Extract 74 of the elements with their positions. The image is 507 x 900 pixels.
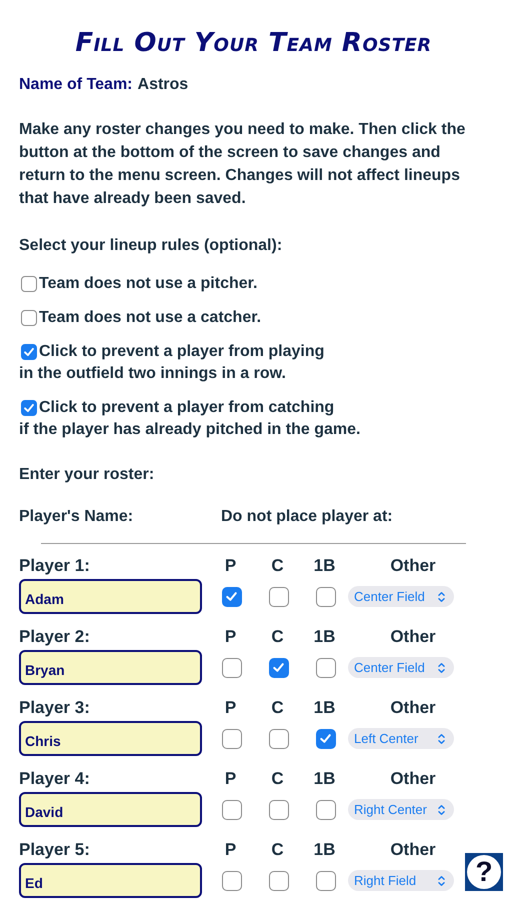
position-header: Other	[389, 769, 437, 789]
name-field[interactable]: Bryan	[19, 650, 202, 685]
player-label: Player 1:	[19, 556, 91, 576]
help-button[interactable]: ?	[465, 853, 503, 891]
player-label: Player 3:	[19, 698, 91, 718]
name-field[interactable]: Chris	[19, 721, 202, 756]
checkmark-icon	[22, 401, 36, 415]
updown-icon	[437, 804, 446, 816]
rule-label: Team does not use a catcher.	[39, 308, 262, 328]
position-header: Other	[389, 556, 437, 576]
position-header: C	[270, 698, 285, 718]
rule-label: Click to prevent a player from playing	[39, 342, 324, 362]
roster-heading: Enter your roster:	[19, 465, 156, 485]
position-header: P	[224, 840, 238, 860]
rule-label: if the player has already pitched in the game.	[19, 420, 362, 440]
checkbox[interactable]	[316, 586, 336, 606]
checkmark-icon	[318, 731, 333, 746]
checkbox[interactable]	[21, 310, 37, 326]
checkbox[interactable]	[316, 800, 336, 820]
name-field[interactable]: Ed	[19, 863, 202, 898]
position-header: P	[224, 556, 238, 576]
position-header: C	[270, 556, 285, 576]
team-label: Name of Team:	[19, 76, 133, 94]
position-header: C	[270, 840, 285, 860]
position-header: Other	[389, 840, 437, 860]
name-field[interactable]: Adam	[19, 579, 202, 614]
position-header: 1B	[312, 769, 336, 789]
column-header: Player's Name:	[19, 508, 134, 526]
checkbox[interactable]	[222, 870, 242, 890]
position-header: 1B	[312, 840, 336, 860]
updown-icon	[437, 732, 446, 744]
checkbox[interactable]	[316, 728, 336, 748]
checkbox[interactable]	[222, 586, 242, 606]
checkbox[interactable]	[268, 800, 288, 820]
position-header: P	[224, 769, 238, 789]
team-name: Astros	[138, 76, 188, 94]
position-header: 1B	[312, 627, 336, 647]
page-title: Fill Out Your Team Roster	[74, 28, 433, 58]
checkmark-icon	[271, 660, 286, 675]
player-label: Player 5:	[19, 840, 91, 860]
checkbox[interactable]	[268, 658, 288, 678]
checkbox[interactable]	[316, 870, 336, 890]
checkmark-icon	[22, 345, 36, 359]
updown-icon	[437, 662, 446, 674]
checkbox[interactable]	[21, 344, 37, 360]
rule-label: Team does not use a pitcher.	[39, 274, 258, 294]
position-header: C	[270, 769, 285, 789]
column-header: Do not place player at:	[221, 508, 393, 526]
checkbox[interactable]	[222, 728, 242, 748]
updown-icon	[437, 874, 446, 886]
checkbox[interactable]	[268, 728, 288, 748]
name-field[interactable]: David	[19, 792, 202, 827]
position-header: Other	[389, 698, 437, 718]
position-header: P	[224, 627, 238, 647]
checkbox[interactable]	[268, 870, 288, 890]
position-header: 1B	[312, 698, 336, 718]
position-header: C	[270, 627, 285, 647]
position-header: Other	[389, 627, 437, 647]
checkbox[interactable]	[21, 400, 37, 416]
player-label: Player 4:	[19, 769, 91, 789]
position-header: P	[224, 698, 238, 718]
checkbox[interactable]	[21, 276, 37, 292]
checkmark-icon	[224, 589, 239, 604]
rule-label: Click to prevent a player from catching	[39, 398, 334, 418]
checkbox[interactable]	[222, 800, 242, 820]
player-label: Player 2:	[19, 627, 91, 647]
checkbox[interactable]	[268, 586, 288, 606]
position-header: 1B	[312, 556, 336, 576]
checkbox[interactable]	[316, 658, 336, 678]
updown-icon	[437, 590, 446, 602]
rule-label: in the outfield two innings in a row.	[19, 364, 287, 384]
rules-heading: Select your lineup rules (optional):	[19, 236, 284, 256]
checkbox[interactable]	[222, 658, 242, 678]
instructions-text: Make any roster changes you need to make. Then click the button at the bottom of the screen to save changes and return to the menu screen. Changes will not affect lineups that have already been saved.	[19, 120, 466, 209]
